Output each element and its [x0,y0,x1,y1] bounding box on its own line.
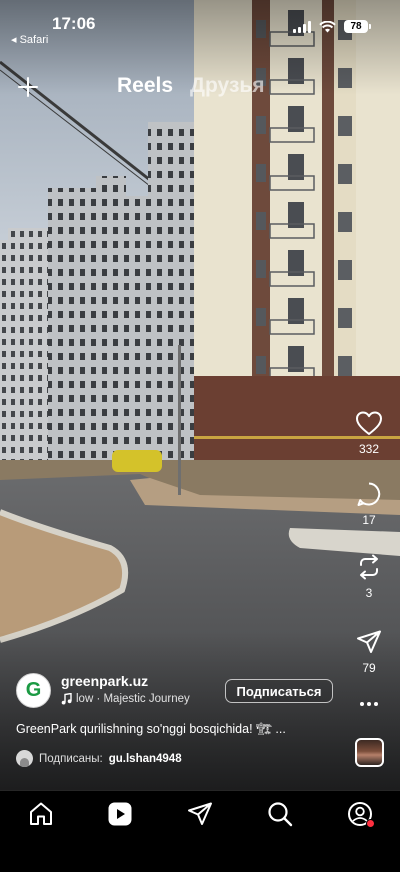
reel-video-frame [0,0,400,790]
reels-icon[interactable] [107,801,133,827]
followed-by-label: Подписаны: [39,752,103,765]
profile-tab[interactable] [347,801,375,828]
tab-reels[interactable]: Reels [117,74,173,98]
followed-by-row[interactable]: Подписаны: gu.lshan4948 [16,750,182,767]
share-action[interactable]: 79 [354,629,384,675]
author-username[interactable]: greenpark.uz [61,673,148,689]
comment-bubble-icon[interactable] [356,481,382,507]
like-count: 332 [358,442,380,456]
tab-friends[interactable]: Друзья [190,74,265,98]
author-avatar-logo: G [25,679,42,701]
more-options-button[interactable] [354,700,384,708]
author-avatar[interactable]: G [16,673,51,708]
comment-count: 17 [362,513,376,527]
back-to-safari-link[interactable]: ◂ Safari [11,33,48,46]
feed-tabs: Reels Друзья [117,74,265,98]
paper-plane-icon[interactable] [187,801,213,827]
heart-icon[interactable] [355,410,383,436]
cellular-signal-icon [293,20,311,33]
repost-count: 3 [365,586,373,600]
like-action[interactable]: 332 [354,410,384,456]
share-count: 79 [362,661,376,675]
post-caption[interactable]: GreenPark qurilishning so'nggi bosqichid… [16,722,326,737]
wifi-icon [319,20,336,32]
repost-action[interactable]: 3 [354,554,384,600]
status-indicators: 78 [293,20,371,33]
battery-indicator: 78 [344,20,371,33]
search-icon[interactable] [267,801,293,827]
subscribe-button[interactable]: Подписаться [225,679,333,703]
follower-avatar [16,750,33,767]
reel-video[interactable] [0,0,400,790]
notification-dot [366,819,375,828]
follower-username[interactable]: gu.lshan4948 [109,753,182,765]
plus-icon[interactable] [16,75,40,99]
audio-track[interactable]: low · Majestic Journey [61,693,190,705]
music-note-icon [61,693,72,705]
audio-thumbnail[interactable] [355,738,384,767]
comment-action[interactable]: 17 [354,481,384,527]
home-icon[interactable] [28,801,54,827]
audio-track-name: low · Majestic Journey [76,693,190,705]
status-time: 17:06 [52,14,96,33]
paper-plane-icon[interactable] [356,629,382,655]
bottom-navigation [0,790,400,872]
repost-icon[interactable] [356,554,382,580]
more-horizontal-icon[interactable] [358,700,380,708]
